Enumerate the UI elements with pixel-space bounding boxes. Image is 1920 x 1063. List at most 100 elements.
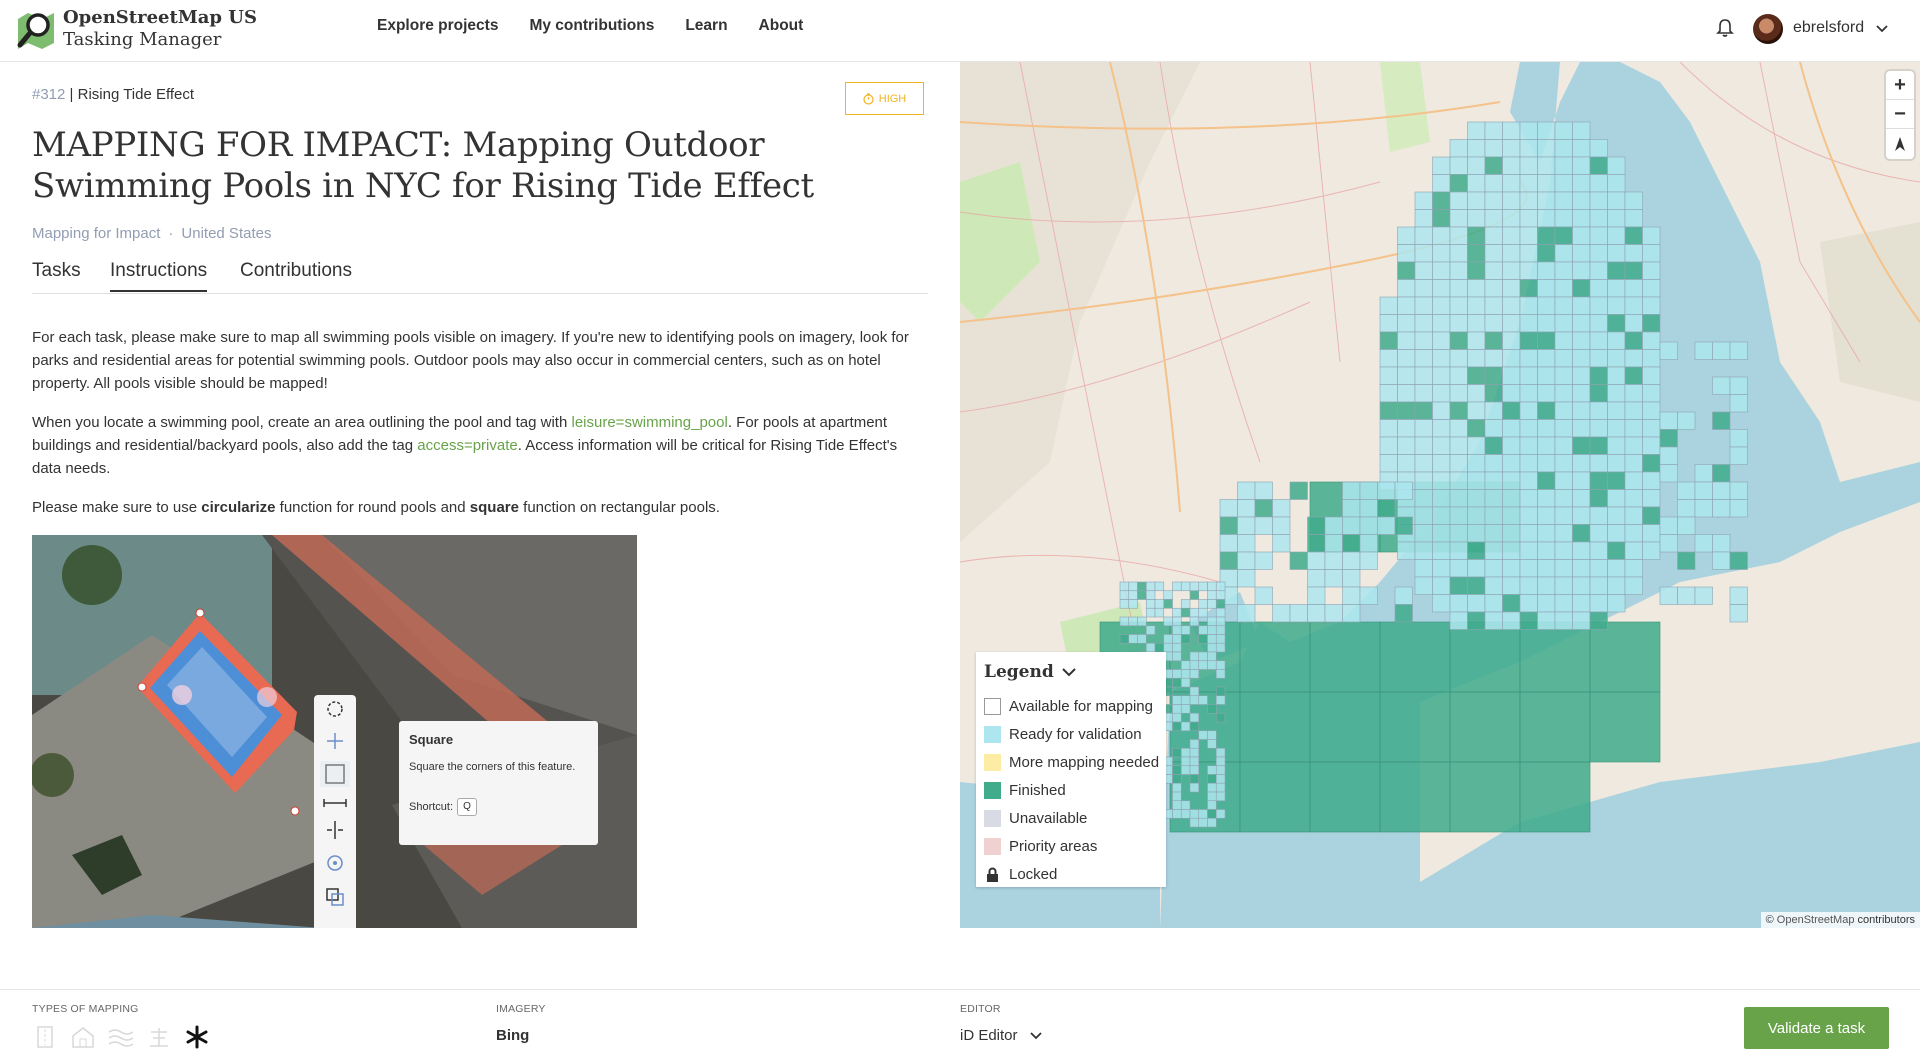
task-cell[interactable] [1502, 191, 1521, 210]
task-cell[interactable] [1624, 471, 1643, 490]
task-cell[interactable] [1624, 261, 1643, 280]
task-cell[interactable] [1145, 581, 1156, 592]
task-cell[interactable] [1589, 559, 1608, 578]
task-cell[interactable] [1607, 594, 1626, 613]
task-cell[interactable] [1537, 226, 1556, 245]
task-cell[interactable] [1379, 691, 1451, 763]
task-cell[interactable] [1379, 314, 1398, 333]
task-cell[interactable] [1432, 471, 1451, 490]
task-cell[interactable] [1215, 660, 1226, 670]
task-cell[interactable] [1172, 747, 1182, 758]
task-cell[interactable] [1624, 296, 1643, 315]
task-cell[interactable] [1484, 209, 1503, 228]
task-cell[interactable] [1572, 279, 1591, 298]
task-cell[interactable] [1519, 489, 1538, 508]
task-cell[interactable] [1502, 541, 1521, 560]
task-cell[interactable] [1484, 191, 1503, 210]
task-cell[interactable] [1519, 191, 1538, 210]
task-cell[interactable] [1607, 244, 1626, 263]
task-cell[interactable] [1467, 401, 1486, 420]
task-cell[interactable] [1537, 156, 1556, 175]
task-cell[interactable] [1642, 506, 1661, 525]
task-cell[interactable] [1207, 616, 1217, 627]
task-cell[interactable] [1484, 524, 1503, 543]
task-cell[interactable] [1607, 489, 1626, 508]
task-cell[interactable] [1180, 756, 1191, 767]
task-cell[interactable] [1502, 559, 1521, 578]
task-cell[interactable] [1484, 489, 1503, 508]
task-cell[interactable] [1484, 594, 1503, 613]
task-cell[interactable] [1502, 436, 1521, 455]
task-cell[interactable] [1254, 481, 1273, 500]
task-cell[interactable] [1189, 695, 1200, 705]
task-cell[interactable] [1624, 209, 1643, 228]
task-cell[interactable] [1219, 499, 1238, 518]
task-cell[interactable] [1572, 419, 1591, 438]
task-cell[interactable] [1519, 349, 1538, 368]
task-cell[interactable] [1467, 366, 1486, 385]
task-cell[interactable] [1189, 739, 1200, 749]
task-cell[interactable] [1607, 366, 1626, 385]
task-cell[interactable] [1180, 765, 1191, 775]
task-cell[interactable] [1449, 524, 1468, 543]
task-cell[interactable] [1359, 586, 1378, 605]
task-cell[interactable] [1642, 261, 1661, 280]
task-cell[interactable] [1172, 782, 1182, 793]
task-cell[interactable] [1467, 121, 1486, 140]
task-cell[interactable] [1198, 581, 1208, 592]
task-cell[interactable] [1467, 541, 1486, 560]
task-cell[interactable] [1397, 279, 1416, 298]
task-cell[interactable] [1145, 607, 1156, 618]
task-cell[interactable] [1180, 704, 1191, 714]
task-cell[interactable] [1189, 774, 1200, 784]
task-cell[interactable] [1189, 660, 1200, 670]
task-cell[interactable] [1254, 499, 1273, 518]
task-cell[interactable] [1137, 590, 1147, 600]
task-cell[interactable] [1449, 594, 1468, 613]
task-cell[interactable] [1414, 226, 1433, 245]
task-cell[interactable] [1624, 454, 1643, 473]
task-cell[interactable] [1589, 594, 1608, 613]
task-cell[interactable] [1215, 607, 1226, 618]
task-cell[interactable] [1659, 516, 1678, 535]
task-cell[interactable] [1624, 559, 1643, 578]
task-cell[interactable] [1467, 279, 1486, 298]
task-cell[interactable] [1502, 209, 1521, 228]
task-cell[interactable] [1215, 695, 1226, 705]
task-cell[interactable] [1198, 607, 1208, 618]
task-cell[interactable] [1467, 191, 1486, 210]
task-cell[interactable] [1219, 551, 1238, 570]
task-cell[interactable] [1198, 730, 1208, 740]
task-cell[interactable] [1502, 261, 1521, 280]
task-cell[interactable] [1729, 446, 1748, 465]
task-cell[interactable] [1537, 331, 1556, 350]
task-cell[interactable] [1537, 384, 1556, 403]
task-cell[interactable] [1554, 314, 1573, 333]
task-cell[interactable] [1172, 607, 1182, 618]
task-cell[interactable] [1172, 616, 1182, 627]
task-cell[interactable] [1432, 524, 1451, 543]
task-cell[interactable] [1624, 541, 1643, 560]
task-cell[interactable] [1397, 296, 1416, 315]
task-cell[interactable] [1145, 642, 1156, 653]
task-cell[interactable] [1572, 349, 1591, 368]
task-cell[interactable] [1642, 296, 1661, 315]
task-cell[interactable] [1189, 616, 1200, 627]
task-cell[interactable] [1519, 279, 1538, 298]
task-cell[interactable] [1537, 471, 1556, 490]
task-cell[interactable] [1502, 279, 1521, 298]
task-cell[interactable] [1677, 551, 1696, 570]
task-cell[interactable] [1379, 419, 1398, 438]
task-cell[interactable] [1572, 454, 1591, 473]
task-cell[interactable] [1432, 541, 1451, 560]
task-cell[interactable] [1572, 576, 1591, 595]
task-cell[interactable] [1519, 314, 1538, 333]
task-cell[interactable] [1467, 471, 1486, 490]
task-cell[interactable] [1519, 621, 1591, 693]
task-cell[interactable] [1554, 174, 1573, 193]
task-cell[interactable] [1572, 226, 1591, 245]
task-cell[interactable] [1484, 611, 1503, 630]
task-cell[interactable] [1712, 411, 1731, 430]
task-cell[interactable] [1379, 436, 1398, 455]
task-cell[interactable] [1180, 695, 1191, 705]
